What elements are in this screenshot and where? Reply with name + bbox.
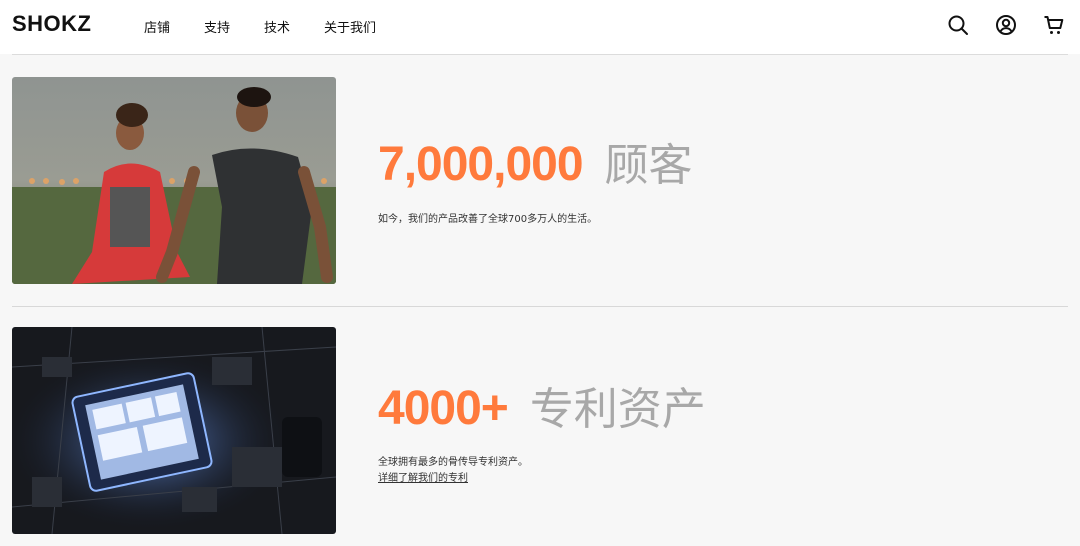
cart-icon[interactable]: [1042, 13, 1066, 37]
search-icon[interactable]: [946, 13, 970, 37]
nav-item-about-us[interactable]: 关于我们: [324, 17, 376, 36]
chip-photo: [12, 327, 336, 534]
customers-number: 7,000,000: [378, 138, 584, 191]
shokz-logo[interactable]: SHOKZ: [12, 11, 92, 37]
customers-stat: 7,000,000 顾客: [378, 129, 693, 193]
patents-section: 4000+ 专利资产 全球拥有最多的骨传导专利资产。 详细了解我们的专利: [12, 327, 1068, 535]
patents-description: 全球拥有最多的骨传导专利资产。: [378, 457, 528, 468]
nav-item-store[interactable]: 店铺: [144, 17, 170, 36]
customers-section: 7,000,000 顾客 如今，我们的产品改善了全球700多万人的生活。: [12, 77, 1068, 285]
header-icons: [946, 13, 1066, 37]
customers-description: 如今，我们的产品改善了全球700多万人的生活。: [378, 214, 598, 225]
account-icon[interactable]: [994, 13, 1018, 37]
nav-item-support[interactable]: 支持: [204, 17, 230, 36]
header-divider: [12, 54, 1068, 55]
main-nav: 店铺 支持 技术 关于我们: [144, 17, 410, 36]
runners-photo: [12, 77, 336, 284]
section-divider: [12, 306, 1068, 307]
nav-item-technology[interactable]: 技术: [264, 17, 290, 36]
patents-stat: 4000+ 专利资产: [378, 373, 706, 437]
customers-label: 顾客: [604, 140, 693, 191]
site-header: SHOKZ 店铺 支持 技术 关于我们: [0, 0, 1080, 54]
learn-more-patents-link[interactable]: 详细了解我们的专利: [378, 469, 468, 484]
patents-number: 4000+: [378, 382, 509, 435]
patents-label: 专利资产: [529, 384, 706, 435]
